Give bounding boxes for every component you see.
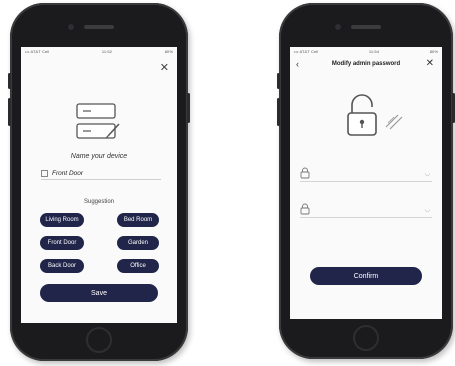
suggestion-chip-front-door[interactable]: Front Door <box>40 236 84 250</box>
phone-left: ••• AT&T Cell 11:52 80% ✕ Name your devi… <box>8 3 190 361</box>
phone-right: ••• AT&T Cell 11:54 80% ‹ Modify admin p… <box>277 3 455 359</box>
eye-icon[interactable]: ◡ <box>425 206 430 213</box>
lock-icon <box>300 203 310 215</box>
status-bar: ••• AT&T Cell 11:52 80% <box>21 47 177 55</box>
unlock-icon <box>347 94 403 136</box>
speaker <box>351 25 381 29</box>
front-camera <box>335 24 341 30</box>
screen-name-device: ••• AT&T Cell 11:52 80% ✕ Name your devi… <box>21 47 177 323</box>
power-button <box>187 93 190 123</box>
volume-up-button <box>8 98 11 126</box>
new-password-field[interactable]: ◡ <box>300 165 432 182</box>
mute-switch <box>8 73 11 89</box>
device-name-input[interactable]: Front Door <box>41 167 161 180</box>
volume-up-button <box>277 98 280 126</box>
home-button <box>86 327 112 353</box>
eye-icon[interactable]: ◡ <box>425 170 430 177</box>
status-carrier: ••• AT&T Cell <box>25 48 50 54</box>
suggestion-chip-office[interactable]: Office <box>117 259 159 273</box>
lock-icon <box>300 167 310 179</box>
status-carrier: ••• AT&T Cell <box>294 48 319 54</box>
status-bar: ••• AT&T Cell 11:54 80% <box>290 47 442 55</box>
suggestion-chip-living-room[interactable]: Living Room <box>40 213 84 227</box>
status-battery: 80% <box>429 48 438 54</box>
top-bar: ‹ Modify admin password ✕ <box>290 58 442 71</box>
suggestion-chip-garden[interactable]: Garden <box>117 236 159 250</box>
suggestion-chip-bed-room[interactable]: Bed Room <box>117 213 159 227</box>
suggestion-chip-back-door[interactable]: Back Door <box>40 259 84 273</box>
save-button[interactable]: Save <box>40 284 158 302</box>
status-time: 11:52 <box>101 48 113 54</box>
speaker <box>84 25 114 29</box>
suggestion-title: Suggestion <box>83 199 115 205</box>
status-time: 11:54 <box>368 48 380 54</box>
screen-modify-password: ••• AT&T Cell 11:54 80% ‹ Modify admin p… <box>290 47 442 319</box>
close-icon[interactable]: ✕ <box>160 61 169 74</box>
device-edit-icon <box>76 103 120 139</box>
device-name-value: Front Door <box>52 169 84 177</box>
confirm-password-field[interactable]: ◡ <box>300 201 432 218</box>
home-button <box>353 325 379 351</box>
mute-switch <box>277 73 280 89</box>
page-title: Modify admin password <box>331 61 401 67</box>
checkbox-icon <box>41 169 48 177</box>
confirm-button[interactable]: Confirm <box>310 267 422 285</box>
name-device-title: Name your device <box>70 153 128 160</box>
status-battery: 80% <box>164 48 173 54</box>
front-camera <box>68 24 74 30</box>
close-icon[interactable]: ✕ <box>426 58 434 69</box>
